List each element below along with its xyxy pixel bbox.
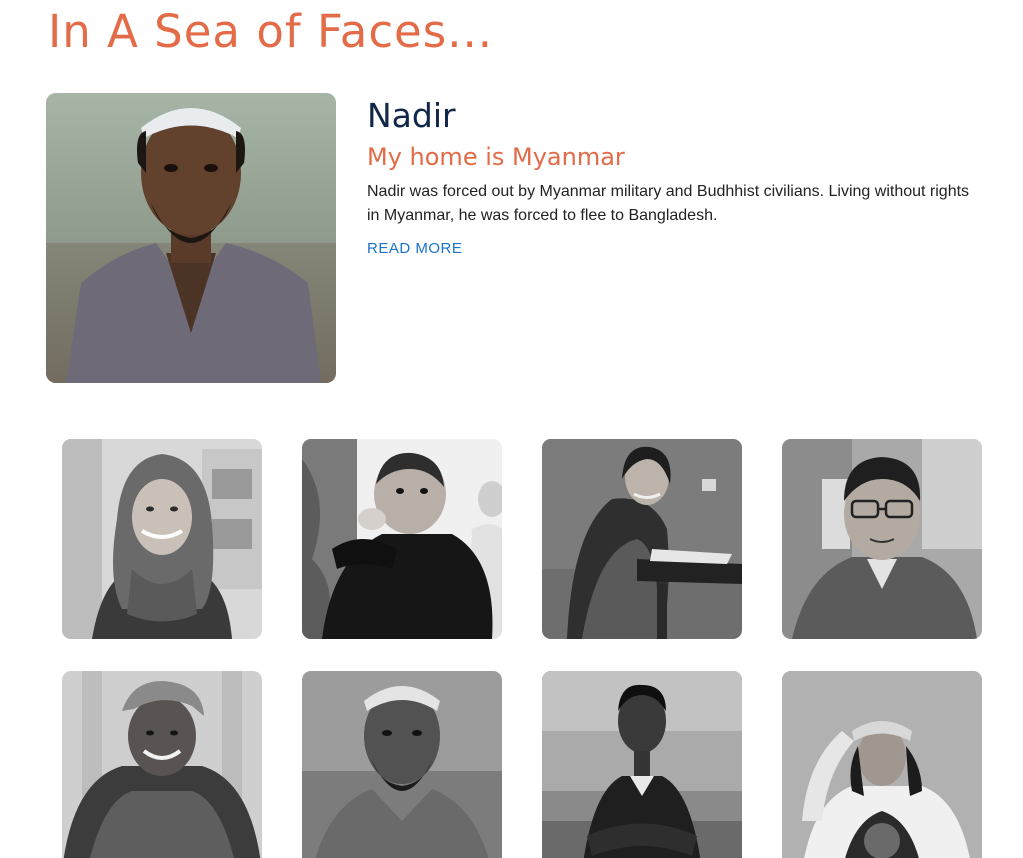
featured-portrait-image [46, 93, 336, 383]
page-title: In A Sea of Faces... [48, 5, 494, 58]
portrait-tile-6[interactable] [302, 671, 502, 858]
featured-portrait-photo [46, 93, 336, 383]
featured-subtitle: My home is Myanmar [367, 143, 625, 171]
portrait-tile-8[interactable] [782, 671, 982, 858]
portrait-tile-7[interactable] [542, 671, 742, 858]
portrait-tile-4[interactable] [782, 439, 982, 639]
portrait-tile-2[interactable] [302, 439, 502, 639]
read-more-link[interactable]: READ MORE [367, 240, 462, 257]
featured-info: Nadir My home is Myanmar Nadir was force… [367, 96, 987, 258]
portrait-photo [62, 671, 262, 858]
featured-description: Nadir was forced out by Myanmar military… [367, 183, 970, 224]
portrait-tile-5[interactable] [62, 671, 262, 858]
portrait-tile-1[interactable] [62, 439, 262, 639]
portrait-photo [542, 439, 742, 639]
portrait-photo [302, 671, 502, 858]
portrait-photo [782, 439, 982, 639]
portrait-grid [62, 439, 982, 858]
portrait-photo [782, 671, 982, 858]
portrait-photo [302, 439, 502, 639]
portrait-tile-3[interactable] [542, 439, 742, 639]
portrait-photo [62, 439, 262, 639]
portrait-photo [542, 671, 742, 858]
featured-name: Nadir [367, 96, 456, 135]
